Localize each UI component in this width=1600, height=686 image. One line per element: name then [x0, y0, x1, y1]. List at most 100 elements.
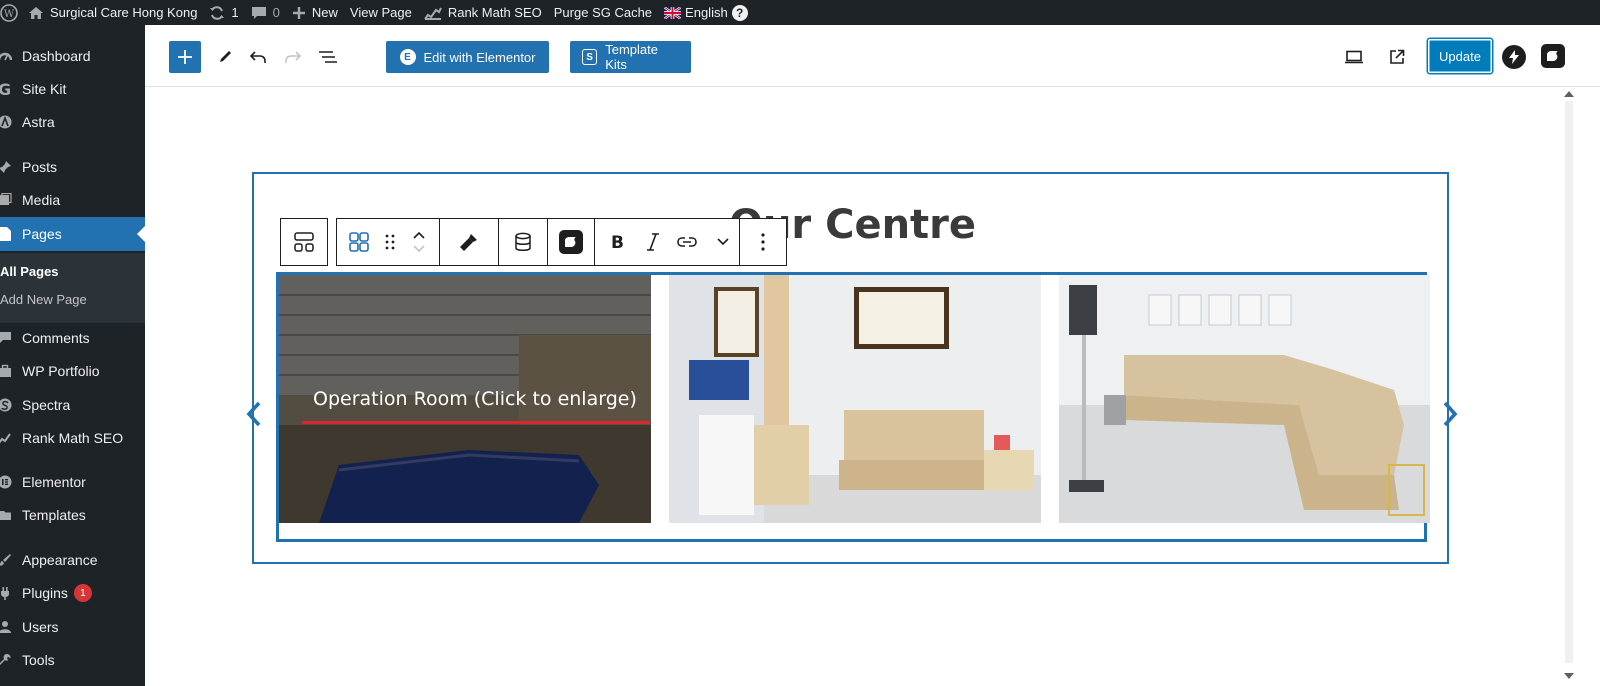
update-label: Update [1439, 48, 1481, 64]
undo-icon [249, 51, 266, 63]
sidebar-item-media[interactable]: Media [0, 183, 145, 217]
tools-button[interactable] [213, 45, 237, 69]
new-label: New [311, 5, 338, 20]
parent-block-selector[interactable] [280, 218, 328, 266]
wrench-icon [0, 650, 14, 670]
edit-with-elementor-button[interactable]: E Edit with Elementor [386, 41, 549, 73]
admin-bar: W Surgical Care Hong Kong 1 0 New View P… [0, 0, 1600, 25]
slide-operation-room[interactable]: Operation Room (Click to enlarge) [279, 275, 651, 523]
comments-menu[interactable]: 0 [245, 0, 286, 25]
sidebar-item-label: Appearance [22, 552, 98, 568]
drag-handle[interactable] [381, 219, 399, 265]
document-overview-button[interactable] [315, 45, 341, 69]
edit-with-elementor-label: Edit with Elementor [423, 49, 536, 65]
image-carousel-block[interactable]: Operation Room (Click to enlarge) [276, 272, 1430, 542]
submenu-add-new-page[interactable]: Add New Page [0, 292, 87, 307]
bold-button[interactable]: B [595, 219, 639, 265]
sidebar-item-pages[interactable]: Pages [0, 217, 145, 251]
spectra-bolt-icon [1509, 50, 1519, 64]
sidebar-item-site-kit[interactable]: G Site Kit [0, 72, 145, 106]
redo-icon [285, 51, 302, 63]
spectra-settings-button[interactable] [1502, 45, 1526, 69]
redo-button[interactable] [281, 45, 305, 69]
block-controls-group: B [336, 218, 787, 266]
sidebar-item-templates[interactable]: Templates [0, 498, 145, 532]
rank-math-label: Rank Math SEO [447, 5, 542, 20]
italic-icon [647, 233, 659, 251]
more-formats-button[interactable] [707, 219, 739, 265]
ai-assistant-button[interactable] [1541, 44, 1565, 68]
submenu-all-pages[interactable]: All Pages [0, 264, 59, 279]
slide-reception[interactable] [669, 275, 1041, 523]
sidebar-item-astra[interactable]: Astra [0, 105, 145, 139]
block-inserter-button[interactable] [169, 41, 201, 73]
view-page-link[interactable]: View Page [344, 0, 418, 25]
elementor-icon [0, 472, 14, 492]
new-content-menu[interactable]: New [286, 0, 344, 25]
link-button[interactable] [667, 219, 707, 265]
more-vertical-icon [761, 233, 765, 251]
sidebar-item-label: Users [22, 619, 59, 635]
template-kits-button[interactable]: S Template Kits [570, 41, 691, 73]
comment-bubble-icon [251, 6, 266, 19]
site-name-menu[interactable]: Surgical Care Hong Kong [22, 0, 203, 25]
sidebar-item-dashboard[interactable]: Dashboard [0, 39, 145, 73]
sidebar-item-label: Elementor [22, 474, 86, 490]
sidebar-item-label: Tools [22, 652, 55, 668]
drag-handle-icon [385, 234, 395, 250]
template-kits-label: Template Kits [605, 42, 658, 72]
sidebar-item-posts[interactable]: Posts [0, 150, 145, 184]
select-parent-button[interactable] [281, 219, 327, 265]
sidebar-item-rank-math[interactable]: Rank Math SEO [0, 421, 145, 455]
dynamic-content-button[interactable] [499, 219, 547, 265]
updates-menu[interactable]: 1 [203, 0, 244, 25]
sidebar-item-tools[interactable]: Tools [0, 643, 145, 677]
plus-icon [178, 50, 192, 64]
carousel-prev-button[interactable] [246, 401, 262, 432]
sidebar-item-comments[interactable]: Comments [0, 321, 145, 355]
rank-math-icon [424, 7, 442, 20]
rank-math-menu[interactable]: Rank Math SEO [418, 0, 548, 25]
chevron-down-icon[interactable] [412, 244, 426, 254]
block-type-button[interactable] [337, 219, 381, 265]
sidebar-item-wp-portfolio[interactable]: WP Portfolio [0, 354, 145, 388]
language-label: English [685, 5, 728, 20]
sidebar-item-elementor[interactable]: Elementor [0, 465, 145, 499]
sidebar-item-appearance[interactable]: Appearance [0, 543, 145, 577]
wp-logo-menu[interactable]: W [0, 0, 22, 25]
preview-button[interactable] [1342, 45, 1366, 69]
link-icon [677, 237, 697, 247]
editor-canvas: Our Centre Operation Room (Click to enla… [145, 87, 1555, 686]
carousel-next-button[interactable] [1442, 401, 1458, 432]
sidebar-item-label: Rank Math SEO [22, 430, 124, 446]
italic-button[interactable] [639, 219, 667, 265]
sidebar-item-label: Dashboard [22, 48, 91, 64]
slide-waiting-area[interactable] [1059, 275, 1430, 523]
undo-button[interactable] [246, 45, 270, 69]
language-switcher[interactable]: English ? [658, 0, 754, 25]
paint-brush-icon [460, 234, 477, 251]
block-options-button[interactable] [740, 219, 786, 265]
scrollbar-thumb[interactable] [1565, 101, 1573, 663]
bold-icon: B [611, 234, 624, 250]
update-button[interactable]: Update [1428, 39, 1492, 73]
ai-block-button[interactable] [548, 219, 594, 265]
external-link-icon [1390, 49, 1405, 64]
move-block-buttons[interactable] [399, 219, 439, 265]
canvas-scrollbar[interactable] [1555, 87, 1600, 686]
scroll-down-arrow-icon[interactable] [1564, 673, 1574, 679]
scroll-up-arrow-icon[interactable] [1564, 91, 1574, 97]
database-icon [515, 232, 531, 251]
slide-caption[interactable]: Operation Room (Click to enlarge) [313, 388, 637, 410]
styles-button[interactable] [440, 219, 498, 265]
sidebar-item-spectra[interactable]: Spectra [0, 388, 145, 422]
sidebar-item-users[interactable]: Users [0, 610, 145, 644]
purge-cache-button[interactable]: Purge SG Cache [548, 0, 658, 25]
users-icon [0, 617, 14, 637]
help-icon[interactable]: ? [731, 4, 748, 21]
svg-text:B: B [611, 234, 624, 250]
chevron-up-icon[interactable] [412, 230, 426, 240]
view-post-button[interactable] [1385, 45, 1409, 69]
sidebar-item-plugins[interactable]: Plugins 1 [0, 576, 145, 610]
laptop-icon [1345, 50, 1363, 64]
